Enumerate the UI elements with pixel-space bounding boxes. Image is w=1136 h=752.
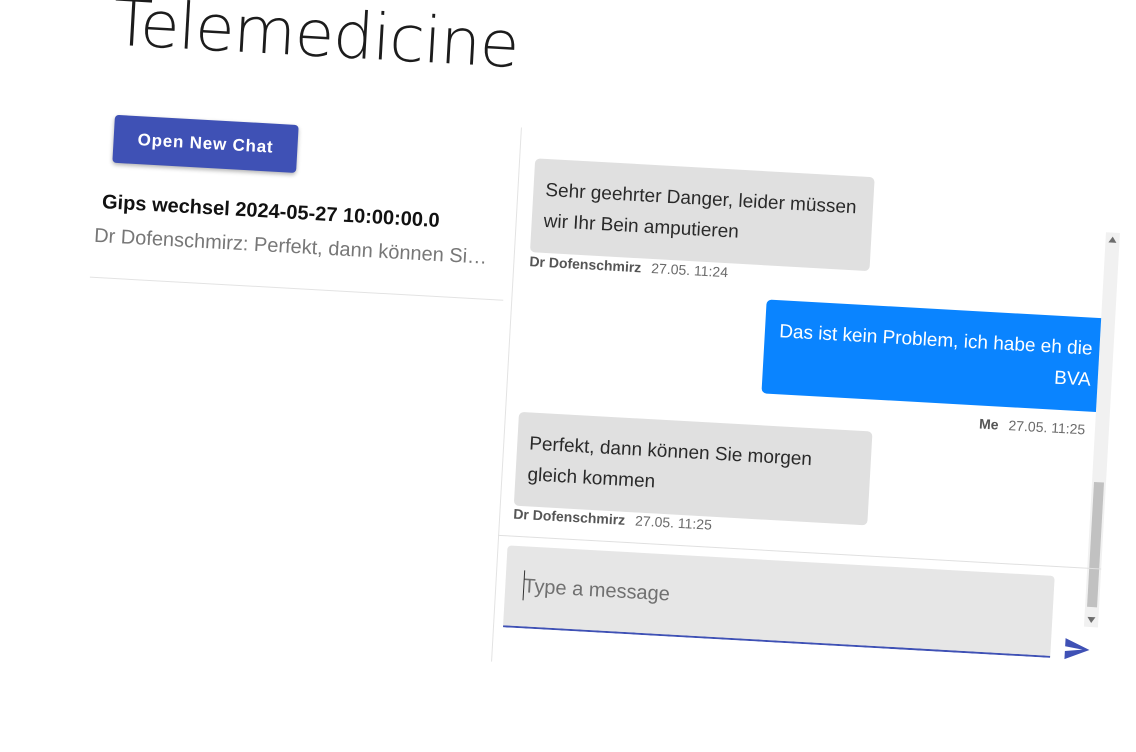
- scroll-up-arrow-icon[interactable]: [1108, 236, 1117, 243]
- message-bubble-sent: Das ist kein Problem, ich habe eh die BV…: [761, 299, 1107, 413]
- scroll-down-arrow-icon[interactable]: [1087, 616, 1096, 624]
- open-new-chat-button[interactable]: Open New Chat: [112, 114, 299, 173]
- message-time: 27.05. 11:24: [650, 259, 729, 281]
- message-sender: Me: [978, 415, 999, 433]
- message-meta: Me 27.05. 11:25: [979, 416, 1086, 438]
- message-bubble-received: Sehr geehrter Danger, leider müssen wir …: [529, 158, 875, 272]
- message-list[interactable]: Sehr geehrter Danger, leider müssen wir …: [498, 127, 1110, 567]
- page-title: Telemedicine: [111, 0, 521, 84]
- chat-list-item[interactable]: Gips wechsel 2024-05-27 10:00:00.0 Dr Do…: [89, 178, 509, 301]
- chat-list-title: Gips wechsel 2024-05-27 10:00:00.0: [101, 191, 441, 233]
- chat-panel: Sehr geehrter Danger, leider müssen wir …: [491, 127, 1124, 695]
- app-window: Telemedicine Open New Chat Gips wechsel …: [0, 0, 1136, 752]
- message-time: 27.05. 11:25: [634, 512, 713, 533]
- send-icon: [1064, 637, 1090, 659]
- send-button[interactable]: [1060, 633, 1094, 667]
- message-time: 27.05. 11:25: [1008, 417, 1086, 438]
